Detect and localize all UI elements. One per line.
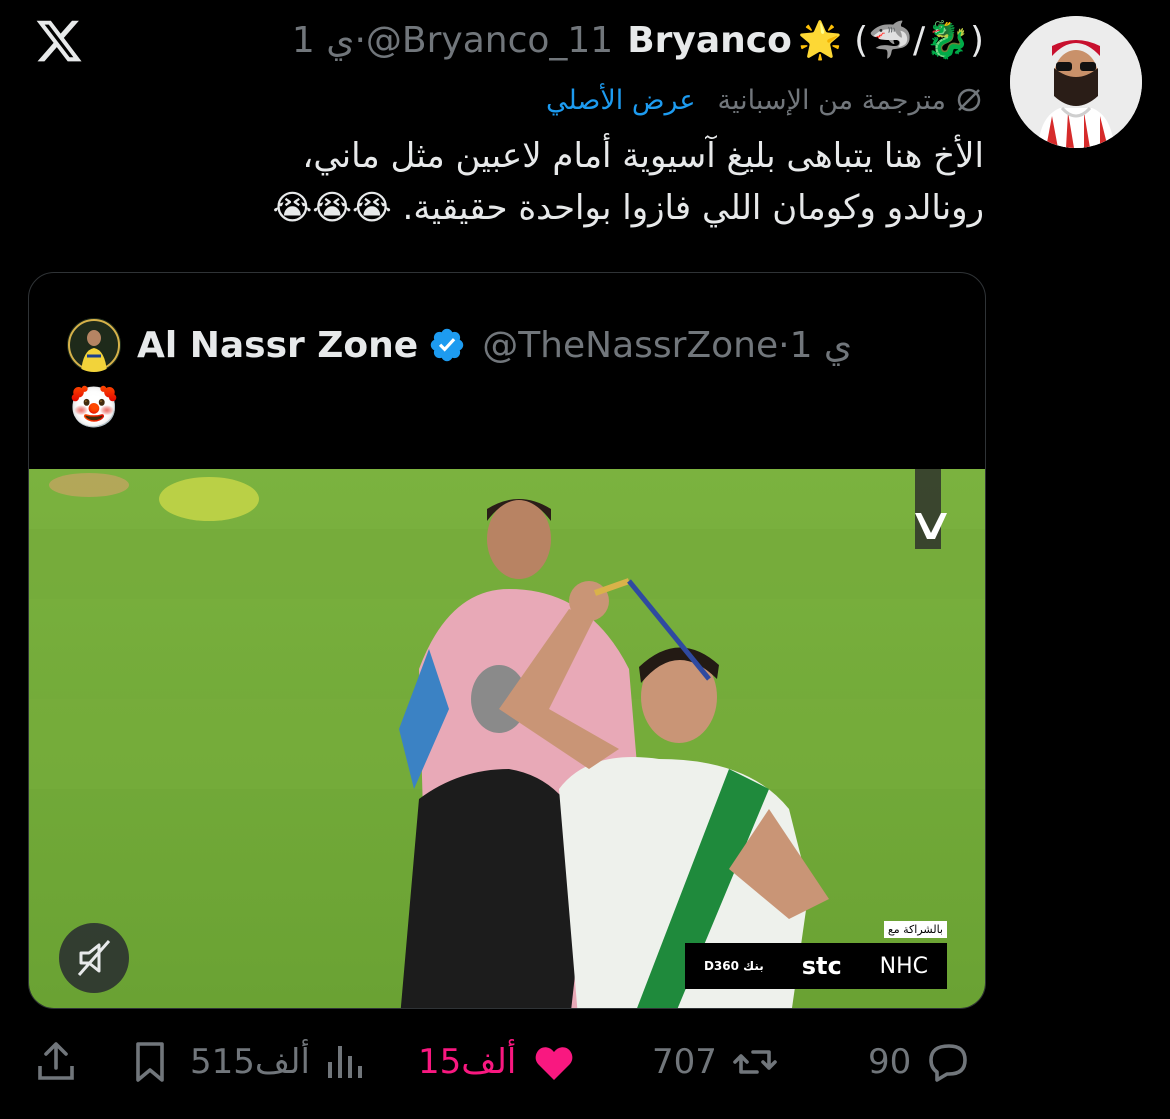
like-button[interactable]: 15ألف — [418, 1030, 582, 1094]
sponsor-banner: بالشراكة مع D360 بنك stc NHC — [685, 921, 947, 995]
tweet-header: 1 ي · @Bryanco_11 Bryanco 🌟 (🦈/🐉) — [292, 18, 984, 62]
tweet-time[interactable]: 1 ي — [292, 20, 355, 61]
quoted-video[interactable]: بالشراكة مع D360 بنك stc NHC — [29, 469, 985, 1008]
quoted-author-handle[interactable]: @TheNassrZone — [482, 325, 778, 366]
sponsor-label: بالشراكة مع — [883, 921, 947, 938]
views-button[interactable]: 515ألف — [190, 1030, 368, 1094]
sponsor-logo-nhc: NHC — [879, 953, 928, 979]
author-handle[interactable]: @Bryanco_11 — [366, 20, 613, 61]
bookmark-icon — [136, 1042, 164, 1082]
translate-icon — [957, 88, 981, 112]
x-logo-icon[interactable] — [34, 16, 84, 66]
translation-bar: مترجمة من الإسبانية عرض الأصلي — [546, 80, 984, 120]
tweet-text: الأخ هنا يتباهى بليغ آسيوية أمام لاعبين … — [84, 130, 984, 234]
repost-icon — [733, 1050, 777, 1074]
tweet-actions: 515ألف 15ألف 707 90 — [0, 1030, 1170, 1094]
reply-button[interactable]: 90 — [868, 1030, 977, 1094]
views-count: 515ألف — [190, 1042, 310, 1082]
reply-icon — [929, 1044, 968, 1082]
quoted-tweet-header: Al Nassr Zone @TheNassrZone · 1 ي — [67, 317, 852, 373]
tweet-text-line-1: الأخ هنا يتباهى بليغ آسيوية أمام لاعبين … — [302, 136, 984, 176]
bookmark-button[interactable] — [126, 1030, 174, 1094]
quoted-author-name[interactable]: Al Nassr Zone — [137, 325, 418, 366]
quoted-tweet-text: 🤡 — [69, 385, 119, 431]
header-separator: · — [354, 19, 366, 61]
likes-count: 15ألف — [418, 1042, 517, 1082]
show-original-link[interactable]: عرض الأصلي — [546, 85, 696, 116]
like-icon — [535, 1047, 573, 1080]
sponsor-logos: D360 بنك stc NHC — [685, 943, 947, 989]
share-icon — [38, 1042, 74, 1080]
author-avatar[interactable] — [1010, 16, 1142, 148]
replies-count: 90 — [868, 1042, 912, 1082]
mute-icon — [77, 940, 111, 976]
reposts-count: 707 — [652, 1042, 717, 1082]
quoted-separator: · — [778, 324, 790, 366]
quoted-author-avatar[interactable] — [67, 318, 121, 372]
repost-button[interactable]: 707 — [652, 1030, 783, 1094]
sponsor-logo-stc: stc — [801, 952, 842, 980]
share-button[interactable] — [32, 1030, 80, 1094]
tweet-text-line-2: رونالدو وكومان اللي فازوا بواحدة حقيقية.… — [272, 188, 984, 228]
author-display-name[interactable]: Bryanco — [627, 20, 792, 61]
quoted-tweet[interactable]: Al Nassr Zone @TheNassrZone · 1 ي 🤡 بالش… — [28, 272, 986, 1009]
sponsor-logo-d360: D360 بنك — [703, 959, 764, 973]
views-icon — [327, 1046, 362, 1078]
verified-badge-icon — [430, 328, 464, 362]
mute-button[interactable] — [59, 923, 129, 993]
translation-label: مترجمة من الإسبانية — [717, 84, 947, 116]
author-name-emojis: 🌟 (🦈/🐉) — [797, 20, 984, 61]
quoted-time[interactable]: 1 ي — [790, 325, 853, 366]
